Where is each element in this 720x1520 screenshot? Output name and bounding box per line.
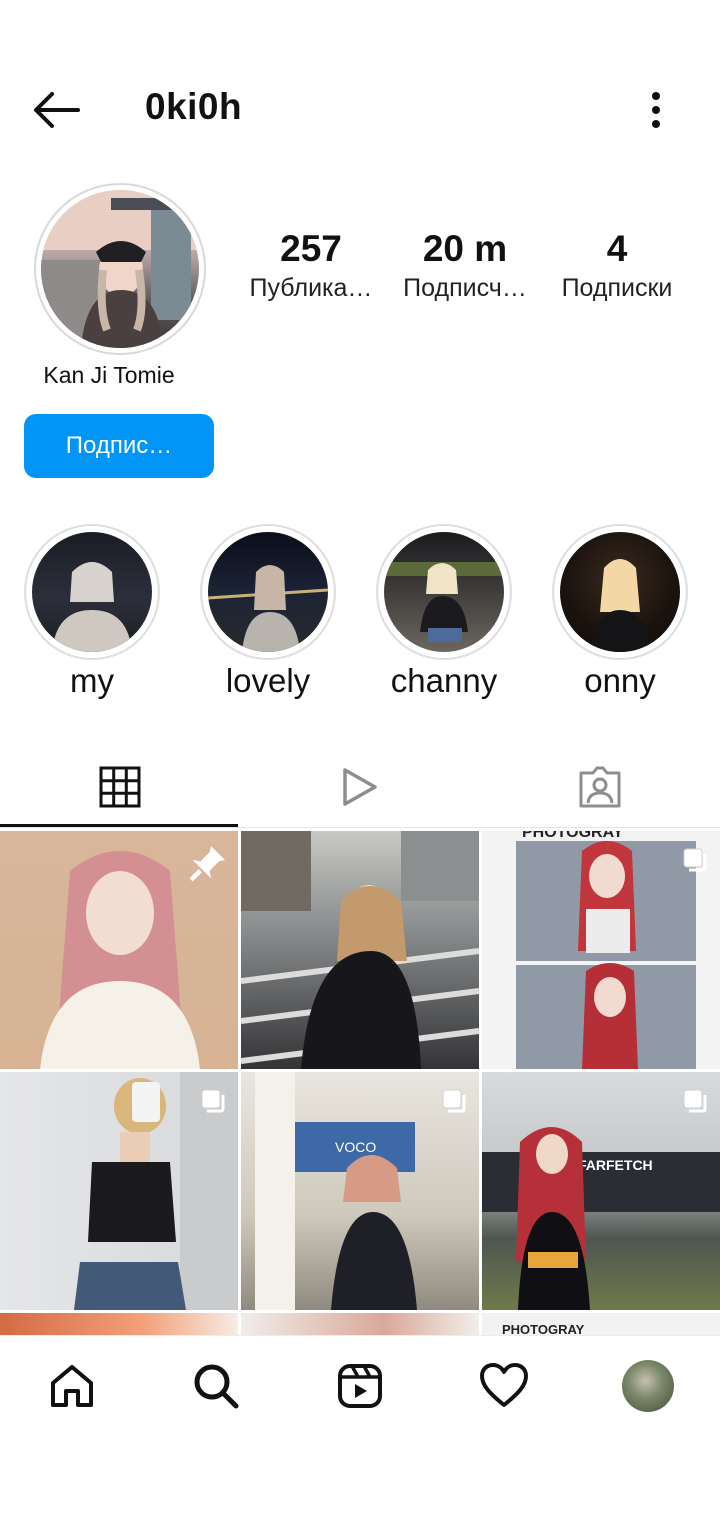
follow-button[interactable]: Подпис… (24, 414, 214, 478)
photo-text: FARFETCH (578, 1157, 653, 1173)
stat-posts[interactable]: 257 Публика… (236, 228, 386, 303)
nav-home[interactable] (40, 1354, 104, 1418)
grid-post[interactable] (0, 1313, 238, 1335)
heart-icon (480, 1363, 528, 1407)
grid-post[interactable]: PHOTOGRAY (482, 831, 720, 1069)
highlight-cover (384, 532, 504, 652)
photo-text: PHOTOGRAY (522, 831, 624, 841)
photo-text: PHOTOGRAY (502, 1322, 585, 1335)
pin-icon (189, 846, 225, 882)
back-button[interactable] (28, 88, 84, 132)
stat-posts-value: 257 (280, 228, 342, 269)
multiple-icon (683, 848, 707, 872)
more-vertical-icon (652, 92, 660, 128)
stat-followers-label: Подписч… (403, 274, 527, 302)
multiple-icon (442, 1089, 466, 1113)
profile-username: 0ki0h (145, 86, 243, 127)
highlight-channy[interactable]: channy (374, 524, 514, 700)
tagged-person-icon (579, 766, 621, 808)
stat-followers[interactable]: 20 m Подписч… (390, 228, 540, 303)
profile-avatar[interactable] (34, 183, 206, 355)
grid-post[interactable] (0, 1072, 238, 1310)
nav-reels[interactable] (328, 1354, 392, 1418)
highlight-onny[interactable]: onny (550, 524, 690, 700)
highlight-label: my (70, 662, 114, 699)
arrow-left-icon (34, 92, 80, 128)
highlight-label: channy (390, 662, 498, 699)
home-icon (51, 1365, 93, 1407)
grid-icon (99, 766, 141, 808)
tab-tagged[interactable] (480, 748, 720, 826)
multiple-icon (201, 1089, 225, 1113)
profile-avatar-small (622, 1360, 674, 1412)
stat-following-value: 4 (606, 228, 628, 269)
grid-post[interactable] (0, 831, 238, 1069)
highlight-cover (560, 532, 680, 652)
highlight-label: onny (584, 662, 656, 699)
highlight-label: lovely (225, 662, 311, 699)
grid-post[interactable] (241, 831, 479, 1069)
nav-search[interactable] (184, 1354, 248, 1418)
tab-divider (0, 827, 720, 828)
grid-post[interactable] (241, 1313, 479, 1335)
multiple-icon (683, 1089, 707, 1113)
highlight-cover (208, 532, 328, 652)
nav-activity[interactable] (472, 1354, 536, 1418)
highlight-cover (32, 532, 152, 652)
highlight-lovely[interactable]: lovely (198, 524, 338, 700)
tab-posts-grid[interactable] (0, 748, 240, 826)
stat-following[interactable]: 4 Подписки (542, 228, 692, 303)
nav-profile[interactable] (616, 1354, 680, 1418)
stat-followers-value: 20 m (422, 228, 508, 269)
avatar-photo (41, 190, 199, 348)
stat-following-label: Подписки (561, 274, 673, 302)
tab-reels[interactable] (240, 748, 480, 826)
highlight-my[interactable]: my (22, 524, 162, 700)
reels-icon (338, 1364, 382, 1408)
reels-play-icon (343, 768, 377, 806)
bottom-navigation (0, 1335, 720, 1436)
stat-posts-label: Публика… (249, 274, 373, 302)
grid-post[interactable]: PHOTOGRAY (482, 1313, 720, 1335)
grid-post[interactable]: VOCO (241, 1072, 479, 1310)
more-options-button[interactable] (636, 86, 676, 134)
photo-text: VOCO (335, 1139, 376, 1155)
search-icon (194, 1364, 239, 1409)
grid-post[interactable]: FARFETCH (482, 1072, 720, 1310)
profile-display-name: Kan Ji Tomie (43, 362, 175, 388)
